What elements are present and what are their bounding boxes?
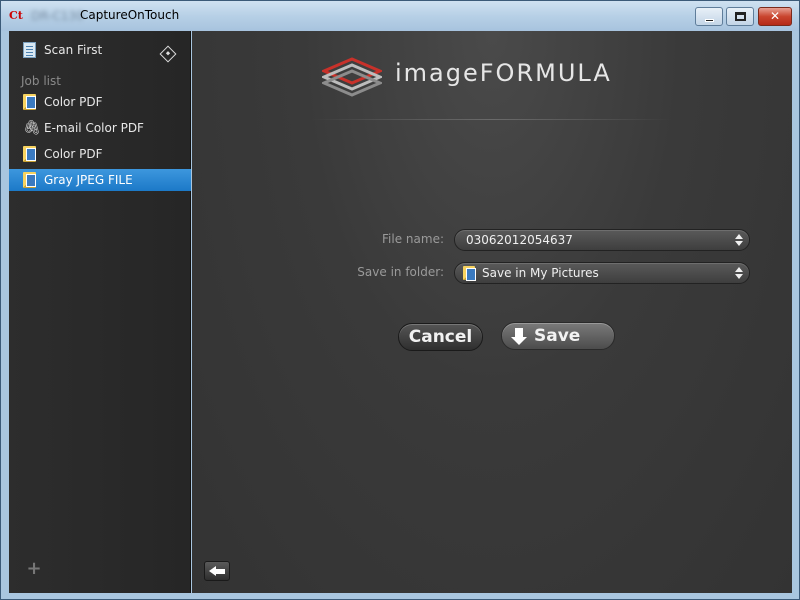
download-arrow-icon (511, 328, 527, 346)
job-label: Color PDF (44, 147, 103, 161)
minimize-button[interactable] (695, 7, 723, 26)
save-folder-label: Save in folder: (357, 265, 444, 279)
main-panel: imageFORMULA File name: 03062012054637 S… (192, 31, 792, 593)
file-name-value: 03062012054637 (466, 233, 573, 247)
job-item[interactable]: Color PDF (9, 91, 191, 113)
job-item-selected[interactable]: Gray JPEG FILE (9, 169, 191, 191)
maximize-button[interactable] (726, 7, 754, 26)
brand-logo-text: imageFORMULA (395, 59, 612, 87)
save-label: Save (534, 326, 581, 346)
diamond-arrow-icon[interactable] (159, 45, 177, 63)
close-icon: ✕ (769, 9, 781, 23)
scan-first-item[interactable]: Scan First (9, 39, 191, 63)
job-item[interactable]: 🖇 E-mail Color PDF (9, 117, 191, 139)
folder-icon (23, 94, 36, 110)
save-folder-select[interactable]: Save in My Pictures (454, 262, 750, 284)
device-name: DR-C130 (31, 9, 84, 23)
header-divider (312, 119, 672, 120)
window-title: CaptureOnTouch (80, 8, 180, 22)
app-logo-icon: Ct (9, 9, 23, 22)
scan-first-label: Scan First (44, 43, 103, 57)
spin-arrows-icon[interactable] (735, 233, 743, 247)
sidebar: Scan First Job list Color PDF 🖇 E-mail C… (9, 31, 191, 593)
minimize-icon (705, 19, 714, 22)
save-button[interactable]: Save (501, 322, 615, 350)
app-window: Ct DR-C130 CaptureOnTouch ✕ Scan First J… (0, 0, 800, 600)
cancel-label: Cancel (408, 327, 473, 347)
maximize-icon (735, 12, 746, 21)
brand-header: imageFORMULA (192, 31, 792, 121)
folder-icon (23, 146, 36, 162)
job-label: Color PDF (44, 95, 103, 109)
close-button[interactable]: ✕ (758, 7, 792, 26)
imageformula-logo-icon (322, 57, 382, 97)
job-label: E-mail Color PDF (44, 121, 144, 135)
folder-icon (463, 266, 476, 281)
document-icon (23, 42, 36, 58)
cancel-button[interactable]: Cancel (398, 323, 483, 351)
save-folder-value: Save in My Pictures (482, 266, 599, 280)
back-button[interactable] (204, 561, 230, 581)
file-name-label: File name: (382, 232, 444, 246)
add-job-button[interactable]: + (26, 560, 42, 578)
title-bar[interactable]: Ct DR-C130 CaptureOnTouch ✕ (1, 1, 799, 31)
spin-arrows-icon[interactable] (735, 266, 743, 280)
paperclip-icon: 🖇 (23, 120, 41, 136)
job-item[interactable]: Color PDF (9, 143, 191, 165)
folder-icon (23, 172, 36, 188)
file-name-combo[interactable]: 03062012054637 (454, 229, 750, 251)
job-label: Gray JPEG FILE (44, 173, 133, 187)
job-list-heading: Job list (21, 74, 61, 88)
